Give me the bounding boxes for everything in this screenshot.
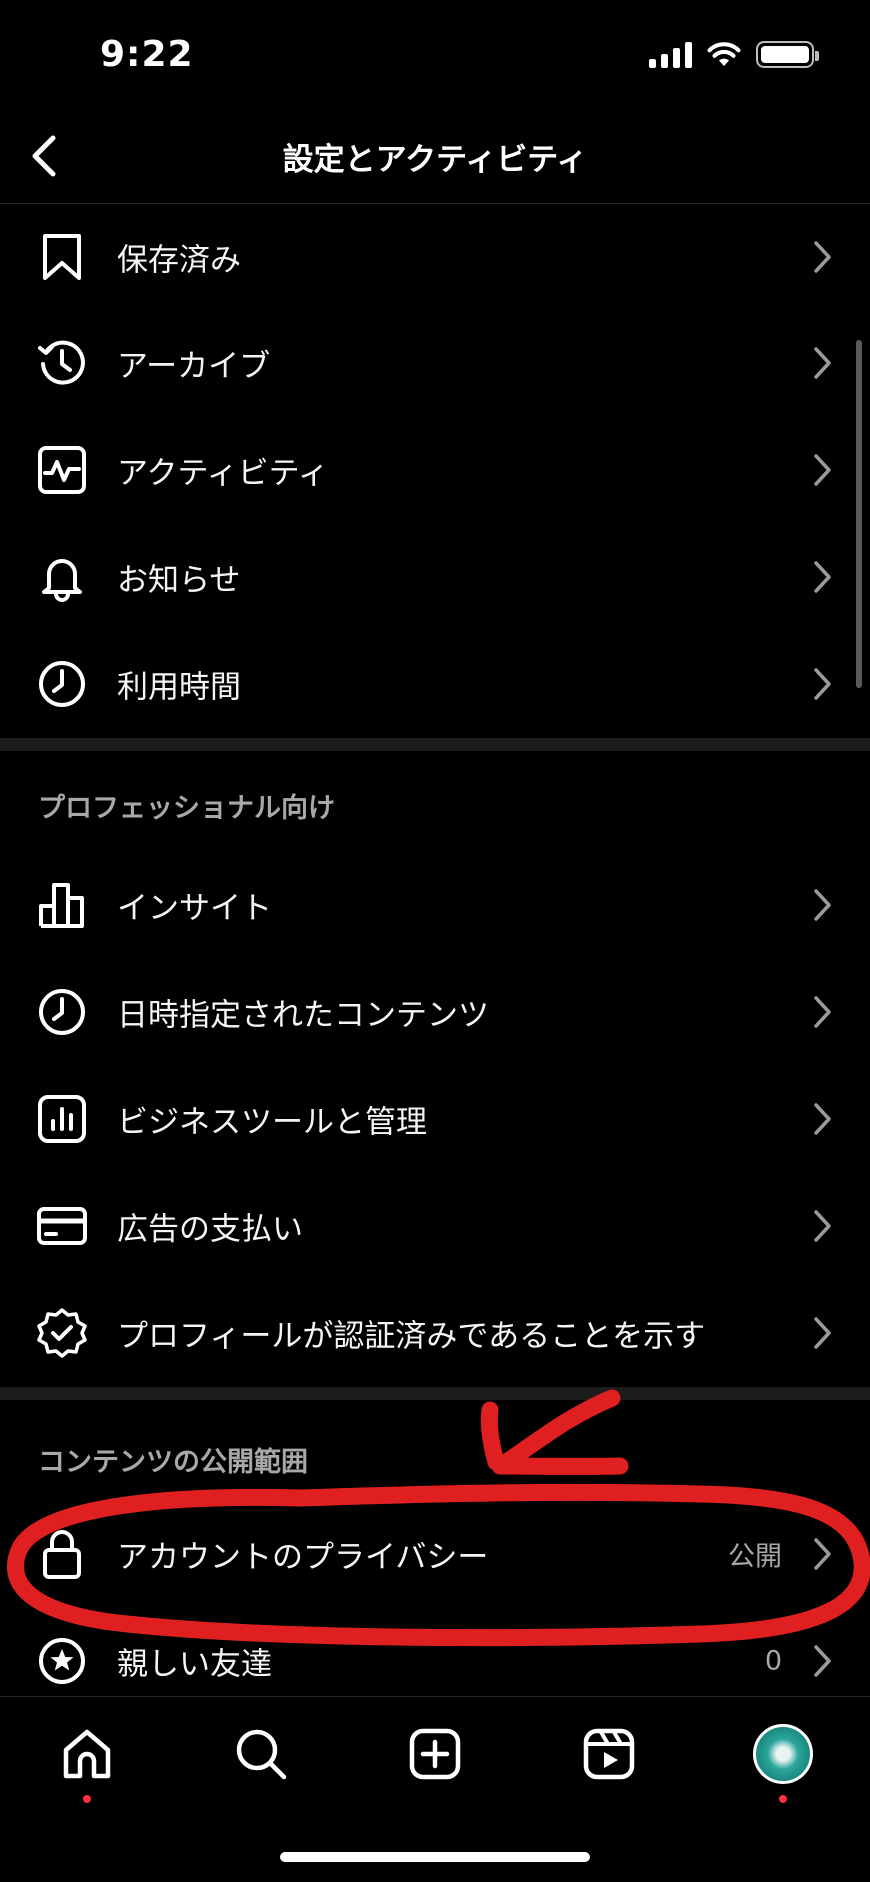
- menu-item-label: 利用時間: [117, 669, 241, 706]
- credit-card-icon: [36, 1200, 88, 1252]
- menu-item-notifications[interactable]: お知らせ: [0, 524, 870, 630]
- lock-icon: [36, 1528, 88, 1580]
- notification-dot: [779, 1795, 787, 1803]
- section-title-content-visibility: コンテンツの公開範囲: [38, 1447, 308, 1478]
- verified-badge-icon: [36, 1307, 88, 1359]
- annotation-arrow: [480, 1389, 629, 1475]
- menu-item-label: プロフィールが認証済みであることを示す: [117, 1318, 706, 1355]
- menu-item-insights[interactable]: インサイト: [0, 852, 870, 958]
- star-icon: [36, 1635, 88, 1687]
- bookmark-icon: [36, 231, 88, 283]
- menu-item-activity[interactable]: アクティビティ: [0, 417, 870, 523]
- menu-item-archive[interactable]: アーカイブ: [0, 310, 870, 416]
- activity-icon: [36, 444, 88, 496]
- menu-item-label: 広告の支払い: [117, 1211, 303, 1248]
- chevron-right-icon: [810, 450, 834, 490]
- close-friends-count: 0: [764, 1645, 782, 1677]
- wifi-icon: [707, 42, 741, 66]
- menu-item-label: 保存済み: [117, 242, 241, 279]
- page-title: 設定とアクティビティ: [282, 142, 588, 178]
- menu-item-verified-profile[interactable]: プロフィールが認証済みであることを示す: [0, 1280, 870, 1386]
- section-divider: [0, 1387, 870, 1400]
- search-icon: [236, 1729, 287, 1780]
- chevron-right-icon: [810, 557, 834, 597]
- menu-item-saved[interactable]: 保存済み: [0, 204, 870, 310]
- scrollbar[interactable]: [856, 340, 862, 688]
- menu-item-account-privacy[interactable]: アカウントのプライバシー 公開: [0, 1501, 870, 1607]
- menu-item-label: アーカイブ: [117, 348, 271, 385]
- nav-profile[interactable]: [748, 1719, 818, 1803]
- bar-chart-icon: [36, 879, 88, 931]
- chevron-right-icon: [810, 1099, 834, 1139]
- menu-item-business-tools[interactable]: ビジネスツールと管理: [0, 1066, 870, 1172]
- avatar: [753, 1724, 813, 1784]
- nav-search[interactable]: [226, 1719, 296, 1789]
- settings-screen: 9:22 設定とアクティビティ 保存済み アーカイブ アクティビティ お知らせ …: [0, 0, 870, 1882]
- notification-dot: [83, 1795, 91, 1803]
- status-icons: [649, 40, 819, 68]
- reels-icon: [583, 1728, 635, 1780]
- chevron-right-icon: [810, 992, 834, 1032]
- archive-icon: [36, 337, 88, 389]
- chevron-right-icon: [810, 885, 834, 925]
- chevron-right-icon: [810, 1641, 834, 1681]
- header: 設定とアクティビティ: [0, 110, 870, 204]
- menu-item-label: 親しい友達: [117, 1646, 272, 1683]
- chevron-right-icon: [810, 1206, 834, 1246]
- clock-icon: [36, 986, 88, 1038]
- create-icon: [409, 1728, 461, 1780]
- cellular-signal-icon: [649, 40, 692, 68]
- status-time: 9:22: [100, 34, 194, 75]
- business-tools-icon: [36, 1093, 88, 1145]
- menu-item-time-spent[interactable]: 利用時間: [0, 631, 870, 737]
- chevron-right-icon: [810, 1313, 834, 1353]
- menu-item-ad-payments[interactable]: 広告の支払い: [0, 1173, 870, 1279]
- privacy-status-value: 公開: [728, 1541, 782, 1573]
- menu-item-label: ビジネスツールと管理: [117, 1104, 427, 1141]
- menu-item-label: お知らせ: [117, 562, 241, 599]
- chevron-right-icon: [810, 237, 834, 277]
- chevron-right-icon: [810, 664, 834, 704]
- chevron-right-icon: [810, 343, 834, 383]
- nav-reels[interactable]: [574, 1719, 644, 1789]
- nav-home[interactable]: [52, 1719, 122, 1803]
- chevron-right-icon: [810, 1534, 834, 1574]
- section-divider: [0, 738, 870, 751]
- section-title-professional: プロフェッショナル向け: [38, 793, 335, 824]
- menu-item-scheduled-content[interactable]: 日時指定されたコンテンツ: [0, 959, 870, 1065]
- bell-icon: [36, 551, 88, 603]
- menu-item-label: インサイト: [117, 890, 272, 927]
- nav-create[interactable]: [400, 1719, 470, 1789]
- menu-item-label: アカウントのプライバシー: [117, 1539, 489, 1576]
- home-indicator: [280, 1852, 590, 1862]
- menu-item-label: 日時指定されたコンテンツ: [117, 997, 489, 1034]
- status-bar: 9:22: [0, 0, 870, 110]
- menu-item-label: アクティビティ: [117, 455, 329, 492]
- clock-icon: [36, 658, 88, 710]
- home-icon: [63, 1729, 111, 1779]
- battery-icon: [756, 40, 819, 68]
